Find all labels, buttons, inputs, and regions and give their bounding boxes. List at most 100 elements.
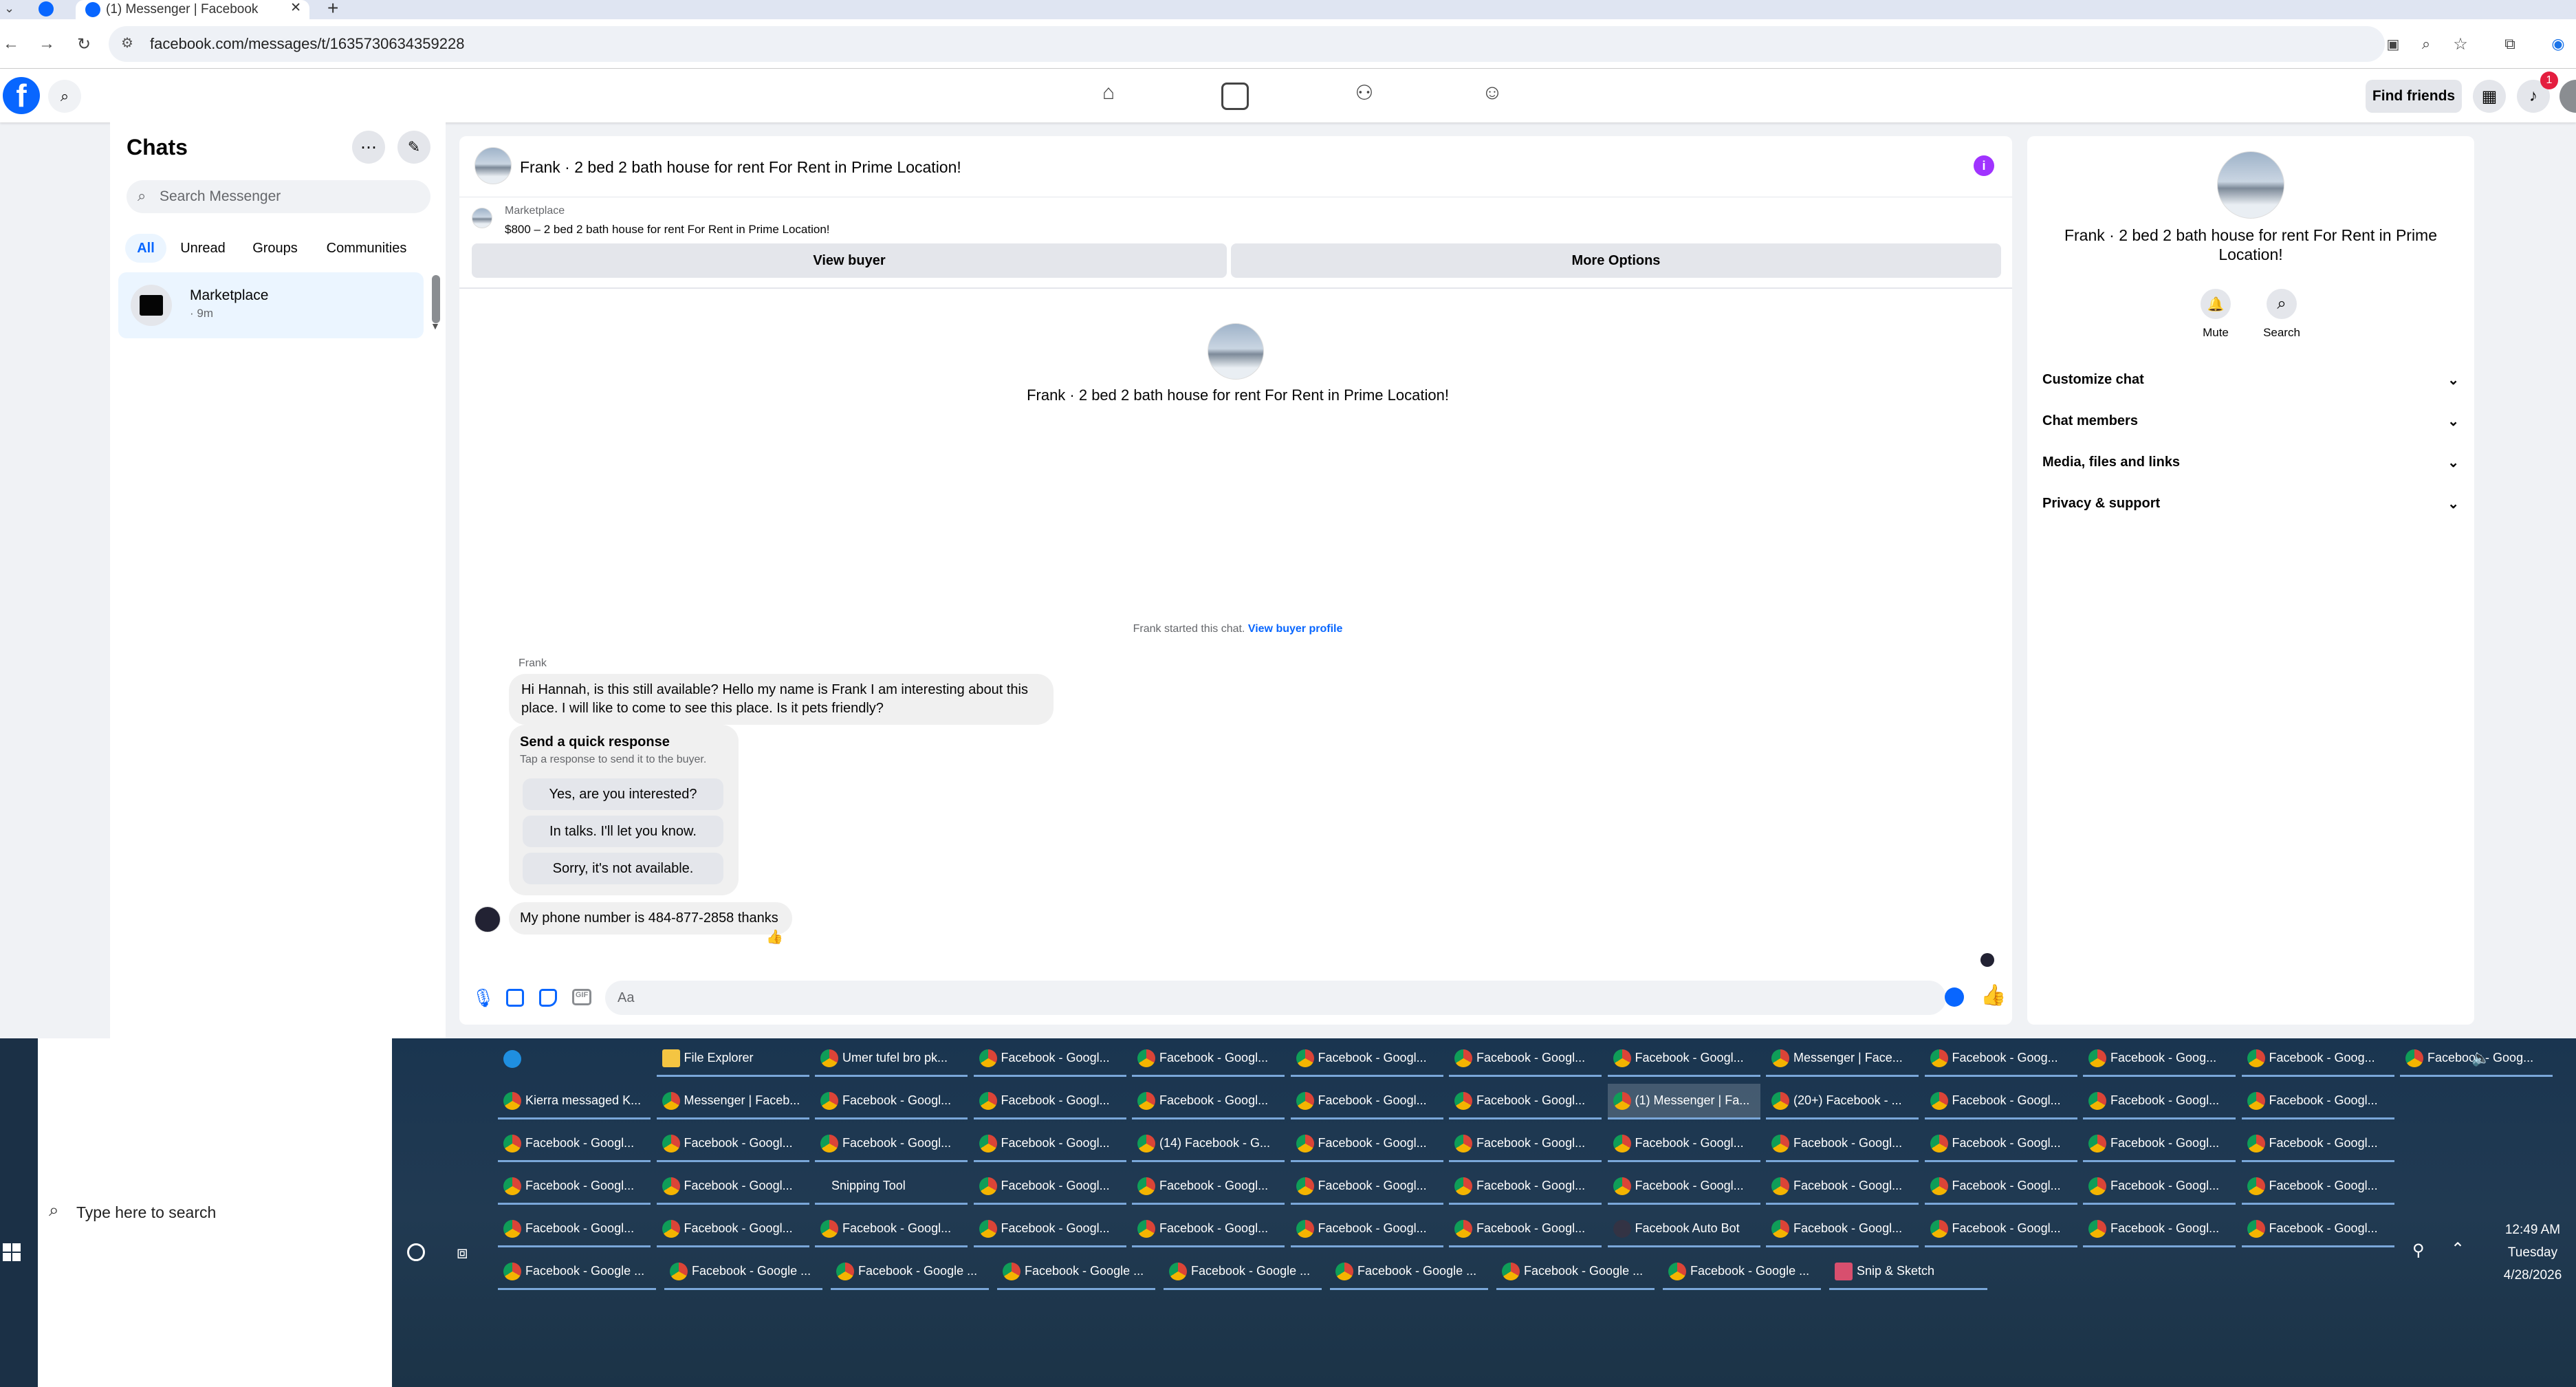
taskbar-window-button[interactable]: Facebook - Google ... [664, 1254, 822, 1290]
taskbar-window-button[interactable]: Facebook - Googl... [656, 1126, 809, 1162]
gif-icon[interactable]: GIF [572, 989, 591, 1005]
taskbar-window-button[interactable]: Facebook - Googl... [1924, 1169, 2077, 1205]
taskbar-window-button[interactable]: Facebook - Googl... [1766, 1126, 1919, 1162]
menu-grid-icon[interactable]: ▦ [2473, 80, 2506, 113]
taskbar-window-button[interactable]: Facebook - Googl... [1290, 1126, 1443, 1162]
taskbar-window-button[interactable]: Facebook - Goog... [2083, 1041, 2236, 1077]
groups-icon[interactable]: ☺ [1477, 81, 1507, 111]
find-friends-button[interactable]: Find friends [2366, 80, 2462, 113]
taskbar-window-button[interactable]: Facebook - Googl... [815, 1126, 968, 1162]
filter-unread[interactable]: Unread [173, 234, 232, 263]
taskbar-window-button[interactable]: Facebook - Googl... [656, 1212, 809, 1247]
taskbar-window-button[interactable]: Facebook - Googl... [973, 1169, 1126, 1205]
taskbar-window-button[interactable]: Facebook - Googl... [2241, 1169, 2394, 1205]
view-buyer-profile-link[interactable]: View buyer profile [1248, 623, 1343, 635]
taskbar-window-button[interactable]: Facebook - Googl... [2083, 1084, 2236, 1120]
taskbar-window-button[interactable]: Snipping Tool [815, 1169, 968, 1205]
reload-icon[interactable]: ↻ [70, 30, 98, 58]
bookmark-star-icon[interactable]: ☆ [2447, 30, 2474, 58]
filter-communities[interactable]: Communities [318, 234, 415, 263]
details-avatar[interactable] [2217, 151, 2284, 219]
taskbar-window-button[interactable]: Facebook - Googl... [1607, 1126, 1760, 1162]
taskbar-window-button[interactable]: Facebook - Googl... [815, 1212, 968, 1247]
taskbar-window-button[interactable]: Facebook - Googl... [1607, 1041, 1760, 1077]
taskbar-window-button[interactable]: Facebook - Googl... [1290, 1041, 1443, 1077]
taskbar-window-button[interactable]: Facebook - Googl... [2241, 1084, 2394, 1120]
search-conversation-icon[interactable]: ⌕ [2267, 289, 2297, 319]
friends-icon[interactable]: ⚇ [1349, 81, 1379, 111]
taskbar-window-button[interactable]: Facebook - Googl... [1449, 1041, 1602, 1077]
attach-photo-icon[interactable] [506, 989, 524, 1007]
conversation-title[interactable]: Frank · 2 bed 2 bath house for rent For … [520, 158, 961, 177]
sender-avatar[interactable] [474, 906, 501, 932]
taskbar-window-button[interactable]: Facebook - Googl... [1924, 1126, 2077, 1162]
taskbar-window-button[interactable]: Facebook - Googl... [498, 1126, 651, 1162]
taskbar-window-button[interactable] [498, 1041, 539, 1077]
taskbar-window-button[interactable]: Facebook - Google ... [831, 1254, 989, 1290]
quick-reply-not-available[interactable]: Sorry, it's not available. [523, 853, 723, 884]
new-message-icon[interactable]: ✎ [397, 131, 430, 164]
taskbar-window-button[interactable]: Messenger | Faceb... [656, 1084, 809, 1120]
taskbar-window-button[interactable]: Facebook - Goog... [1924, 1041, 2077, 1077]
facebook-logo[interactable]: f [3, 77, 40, 114]
taskbar-window-button[interactable]: Facebook - Googl... [1132, 1169, 1285, 1205]
taskbar-clock[interactable]: 12:49 AM Tuesday 4/28/2026 [2489, 1219, 2576, 1287]
forward-icon[interactable]: → [33, 30, 61, 58]
reaction-thumbs-icon[interactable]: 👍 [766, 928, 783, 946]
taskbar-window-button[interactable]: Facebook - Google ... [1330, 1254, 1488, 1290]
tab-close-icon[interactable]: ✕ [290, 0, 301, 16]
install-app-icon[interactable]: ▣ [2379, 30, 2407, 58]
sidebar-scrollbar-thumb[interactable] [432, 275, 440, 323]
search-facebook-icon[interactable]: ⌕ [48, 80, 81, 113]
taskbar-window-button[interactable]: Facebook - Googl... [1132, 1084, 1285, 1120]
taskbar-window-button[interactable]: Facebook - Googl... [1924, 1212, 2077, 1247]
zoom-icon[interactable]: ⌕ [2412, 30, 2440, 58]
back-icon[interactable]: ← [0, 30, 25, 58]
taskbar-window-button[interactable]: Facebook - Googl... [973, 1084, 1126, 1120]
windows-start-icon[interactable] [3, 1243, 21, 1261]
taskbar-window-button[interactable]: Facebook - Google ... [498, 1254, 656, 1290]
taskbar-window-button[interactable]: Facebook - Googl... [2083, 1169, 2236, 1205]
search-messenger-input[interactable]: ⌕ Search Messenger [127, 180, 430, 213]
quick-reply-interested[interactable]: Yes, are you interested? [523, 778, 723, 810]
extensions-icon[interactable]: ⧉ [2496, 30, 2524, 58]
site-info-icon[interactable]: ⚙ [121, 34, 133, 52]
taskbar-window-button[interactable]: Messenger | Face... [1766, 1041, 1919, 1077]
taskbar-window-button[interactable]: Facebook - Googl... [498, 1169, 651, 1205]
message-bubble[interactable]: Hi Hannah, is this still available? Hell… [509, 674, 1054, 725]
volume-icon[interactable]: 🔈 [2471, 1049, 2490, 1067]
taskbar-window-button[interactable]: Umer tufel bro pk... [815, 1041, 968, 1077]
chat-item-marketplace[interactable]: Marketplace · 9m [118, 272, 424, 338]
taskbar-window-button[interactable]: Facebook - Google ... [1164, 1254, 1322, 1290]
quick-reply-in-talks[interactable]: In talks. I'll let you know. [523, 816, 723, 847]
show-hidden-icons-chevron-up-icon[interactable]: ⌃ [2451, 1239, 2465, 1259]
pinned-facebook-tab-icon[interactable] [39, 1, 54, 17]
taskbar-window-button[interactable]: Facebook - Googl... [1290, 1169, 1443, 1205]
more-options-icon[interactable]: ⋯ [352, 131, 385, 164]
url-input[interactable]: ⚙ facebook.com/messages/t/16357306343592… [109, 26, 2385, 62]
taskbar-window-button[interactable]: Facebook - Googl... [1607, 1169, 1760, 1205]
message-bubble-phone[interactable]: My phone number is 484-877-2858 thanks [509, 902, 792, 935]
people-icon[interactable]: ⚲ [2412, 1241, 2425, 1260]
filter-groups[interactable]: Groups [242, 234, 308, 263]
taskbar-window-button[interactable]: Facebook - Googl... [973, 1041, 1126, 1077]
taskbar-window-button[interactable]: Kierra messaged K... [498, 1084, 651, 1120]
taskbar-window-button[interactable]: Facebook - Google ... [1496, 1254, 1655, 1290]
sticker-icon[interactable] [539, 989, 557, 1007]
section-privacy-support[interactable]: Privacy & support ⌄ [2042, 490, 2459, 517]
taskbar-window-button[interactable]: Facebook - Googl... [656, 1169, 809, 1205]
taskbar-window-button[interactable]: Facebook - Googl... [1449, 1084, 1602, 1120]
filter-all[interactable]: All [125, 234, 166, 263]
section-media-files-links[interactable]: Media, files and links ⌄ [2042, 448, 2459, 476]
taskbar-search-box[interactable]: ⌕ Type here to search [38, 1038, 392, 1387]
taskbar-window-button[interactable]: Facebook - Googl... [1924, 1084, 2077, 1120]
taskbar-window-button[interactable]: Facebook - Googl... [815, 1084, 968, 1120]
mute-bell-icon[interactable]: 🔔 [2201, 289, 2231, 319]
taskbar-window-button[interactable]: Facebook Auto Bot [1607, 1212, 1760, 1247]
taskbar-window-button[interactable]: (14) Facebook - G... [1132, 1126, 1285, 1162]
taskbar-window-button[interactable]: Facebook - Googl... [2083, 1126, 2236, 1162]
tab-search-icon[interactable]: ⌄ [4, 1, 14, 16]
taskbar-window-button[interactable]: Facebook - Googl... [2241, 1126, 2394, 1162]
taskbar-window-button[interactable]: Facebook - Googl... [1132, 1212, 1285, 1247]
taskbar-window-button[interactable]: Facebook - Googl... [2083, 1212, 2236, 1247]
